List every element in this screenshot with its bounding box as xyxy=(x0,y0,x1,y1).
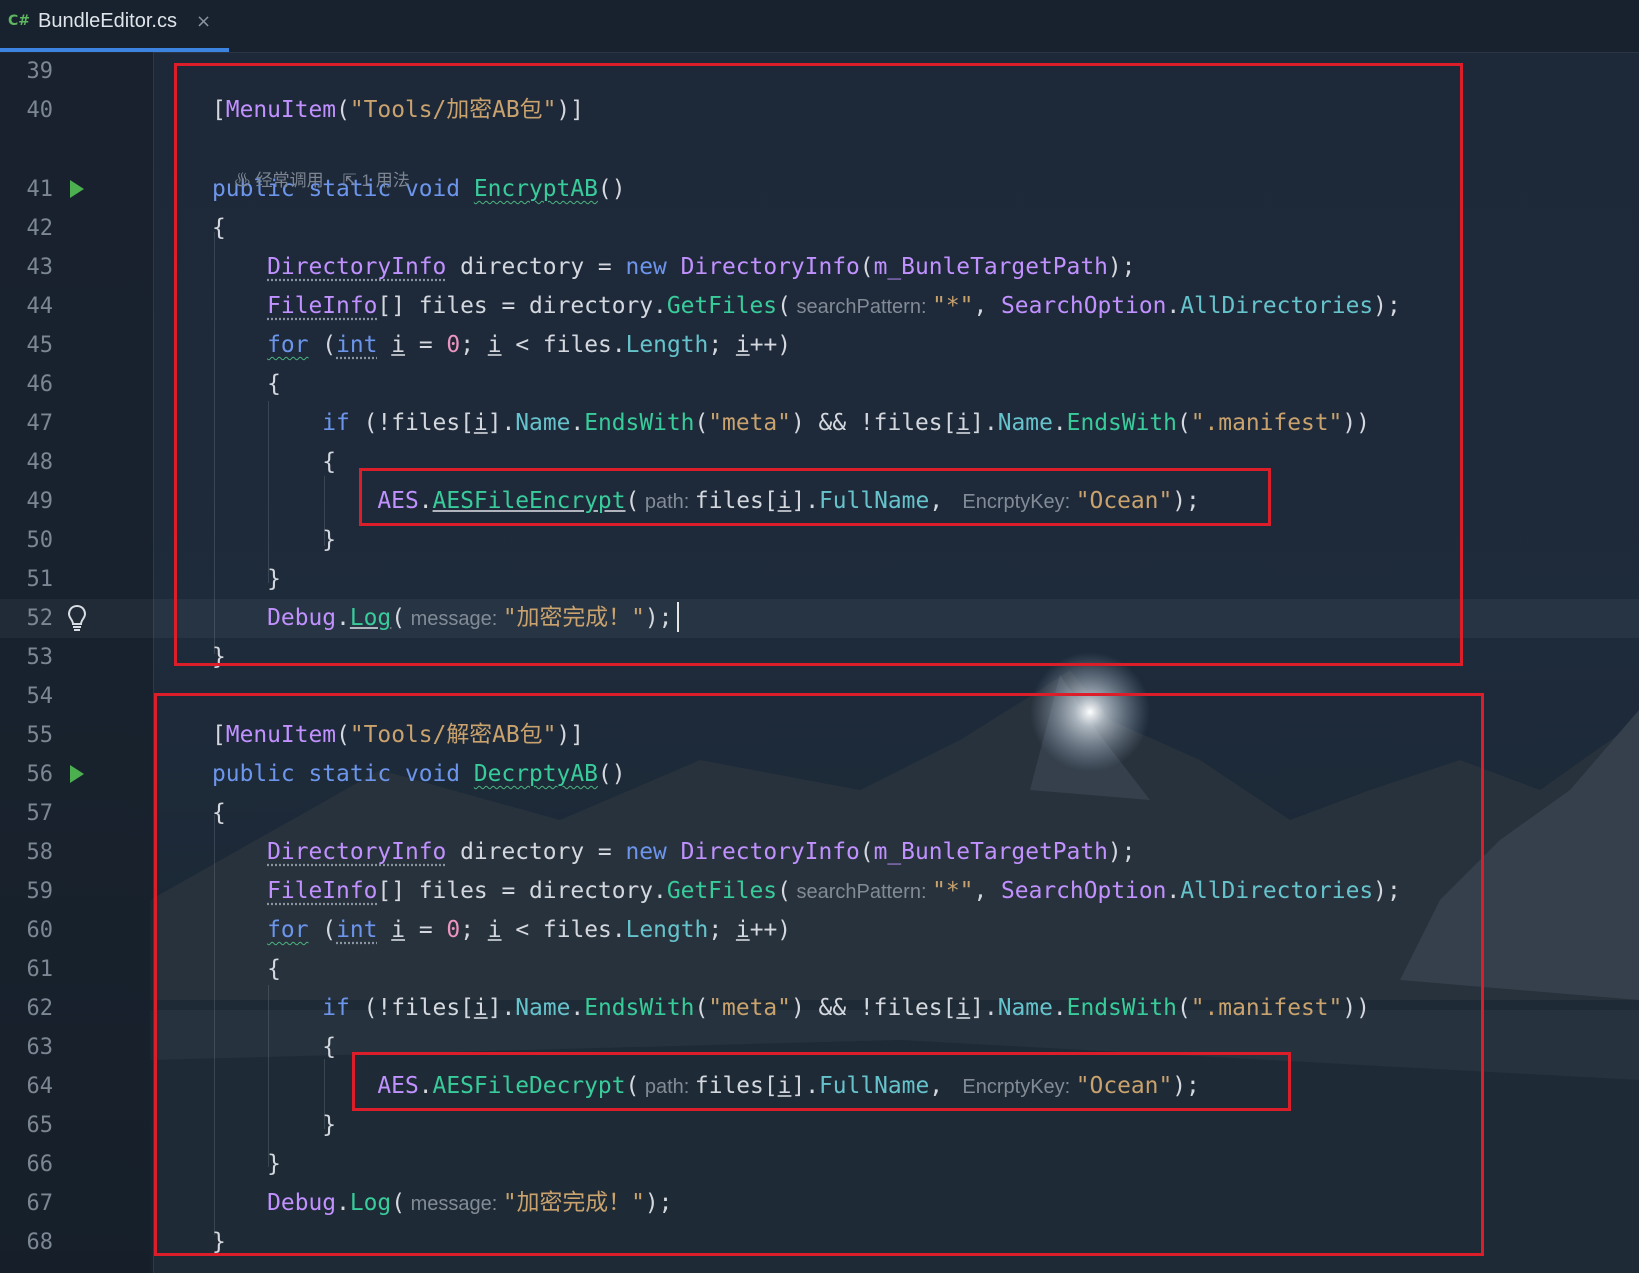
line-number: 61 xyxy=(26,957,54,982)
line-number: 58 xyxy=(26,840,54,865)
line-number: 63 xyxy=(26,1035,54,1060)
editor-tab-bar: C# BundleEditor.cs × xyxy=(0,0,1639,53)
line-number: 44 xyxy=(26,294,54,319)
line-number: 62 xyxy=(26,996,54,1021)
line-number: 54 xyxy=(26,684,54,709)
line-number: 43 xyxy=(26,255,54,280)
line-number: 49 xyxy=(26,489,54,514)
line-number: 48 xyxy=(26,450,54,475)
line-number: 57 xyxy=(26,801,54,826)
line-number: 64 xyxy=(26,1074,54,1099)
line-number: 68 xyxy=(26,1230,54,1255)
line-number: 50 xyxy=(26,528,54,553)
line-number: 56 xyxy=(26,762,54,787)
line-number: 40 xyxy=(26,98,54,123)
line-number: 52 xyxy=(26,606,54,631)
line-number: 42 xyxy=(26,216,54,241)
line-number: 45 xyxy=(26,333,54,358)
highlight-box-encrypt-call xyxy=(359,468,1271,526)
editor-window: C# BundleEditor.cs × 39 40 [MenuItem("Tool… xyxy=(0,0,1639,1273)
line-number: 53 xyxy=(26,645,54,670)
line-number: 67 xyxy=(26,1191,54,1216)
run-icon[interactable] xyxy=(70,180,84,198)
line-number: 51 xyxy=(26,567,54,592)
run-icon[interactable] xyxy=(70,765,84,783)
line-number: 47 xyxy=(26,411,54,436)
lightbulb-icon[interactable] xyxy=(66,603,88,633)
line-number: 39 xyxy=(26,59,54,84)
highlight-box-decrypt-call xyxy=(352,1052,1291,1111)
line-number: 41 xyxy=(26,177,54,202)
csharp-file-icon: C# xyxy=(8,13,31,29)
tab-title: BundleEditor.cs xyxy=(38,10,177,32)
line-number: 65 xyxy=(26,1113,54,1138)
line-number: 59 xyxy=(26,879,54,904)
highlight-box-decrypt-method xyxy=(154,693,1484,1256)
line-number: 66 xyxy=(26,1152,54,1177)
close-icon[interactable]: × xyxy=(196,11,211,32)
tab-bundleeditor[interactable]: C# BundleEditor.cs × xyxy=(0,0,229,52)
line-number: 60 xyxy=(26,918,54,943)
highlight-box-encrypt-method xyxy=(174,63,1463,666)
line-number: 55 xyxy=(26,723,54,748)
line-number: 46 xyxy=(26,372,54,397)
